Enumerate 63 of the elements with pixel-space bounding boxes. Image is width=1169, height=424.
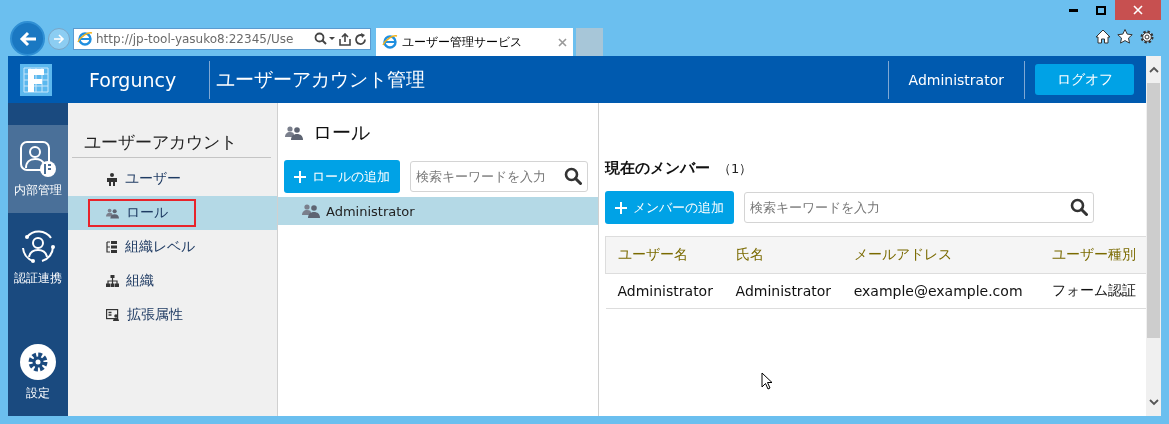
sidebar-item[interactable]: 拡張属性 xyxy=(68,298,277,332)
browser-tab[interactable]: ユーザー管理サービス xyxy=(376,28,573,56)
plus-icon xyxy=(294,170,306,183)
share-icon[interactable] xyxy=(339,32,351,46)
mouse-cursor-icon xyxy=(761,372,773,390)
maximize-icon xyxy=(1096,5,1106,15)
column-header[interactable]: ユーザー種別 xyxy=(1040,236,1146,274)
app-name: Forguncy xyxy=(89,68,178,91)
refresh-icon[interactable] xyxy=(354,32,367,46)
user-badge-icon xyxy=(19,139,57,178)
arrow-right-icon xyxy=(53,34,65,44)
hierarchy-list-icon xyxy=(106,241,118,253)
table-cell: example@example.com xyxy=(841,273,1041,309)
org-chart-icon xyxy=(106,275,119,287)
role-list-item[interactable]: Administrator xyxy=(278,197,598,225)
star-icon[interactable] xyxy=(1117,29,1133,44)
nav-item[interactable]: 認証連携 xyxy=(8,213,68,301)
settings-icon xyxy=(19,342,57,381)
close-icon xyxy=(1133,5,1143,15)
people-icon xyxy=(285,126,303,140)
sidebar-item[interactable]: 組織レベル xyxy=(68,230,277,264)
table-cell: Administrator xyxy=(605,273,724,309)
browser-logo-icon xyxy=(382,34,398,50)
highlight-frame: ロール xyxy=(88,199,196,227)
sidebar-item[interactable]: ユーザー xyxy=(68,162,277,196)
attribute-card-icon xyxy=(106,309,120,321)
user-name: Administrator xyxy=(907,71,1005,88)
search-field[interactable]: 検索キーワードを入力 xyxy=(744,192,1094,223)
minimize-icon xyxy=(1068,8,1078,12)
panel-title: ロール xyxy=(313,120,370,145)
home-icon[interactable] xyxy=(1095,29,1111,44)
column-header[interactable]: ユーザー名 xyxy=(605,236,724,274)
search-icon[interactable] xyxy=(314,32,336,46)
search-icon[interactable] xyxy=(1070,198,1088,216)
page-title: ユーザーアカウント管理 xyxy=(216,66,426,92)
section-title: 現在のメンバー xyxy=(605,159,710,178)
browser-logo-icon xyxy=(77,31,93,47)
search-icon[interactable] xyxy=(564,167,582,185)
user-sync-icon xyxy=(19,227,57,266)
nav-item[interactable]: 設定 xyxy=(8,328,68,416)
sidebar-item[interactable]: 組織 xyxy=(68,264,277,298)
person-icon xyxy=(106,172,118,186)
scroll-down-icon[interactable] xyxy=(1148,399,1159,406)
scrollbar-thumb[interactable] xyxy=(1147,83,1160,338)
scroll-up-icon[interactable] xyxy=(1148,66,1159,73)
address-bar[interactable]: http://jp-tool-yasuko8:22345/Use xyxy=(73,28,371,50)
settings-icon[interactable] xyxy=(1139,29,1155,45)
nav-item[interactable]: 内部管理 xyxy=(8,125,68,213)
arrow-left-icon xyxy=(18,30,37,47)
table-cell: Administrator xyxy=(723,273,842,309)
app-logo-icon xyxy=(20,63,52,96)
close-icon[interactable] xyxy=(558,37,567,47)
member-count: （1） xyxy=(718,160,753,178)
column-header[interactable]: 氏名 xyxy=(723,236,842,274)
url-text: http://jp-tool-yasuko8:22345/Use xyxy=(96,32,295,46)
people-icon xyxy=(106,207,119,219)
column-header[interactable]: メールアドレス xyxy=(841,236,1041,274)
search-field[interactable]: 検索キーワードを入力 xyxy=(410,161,588,192)
plus-icon xyxy=(615,201,627,214)
people-icon xyxy=(302,204,320,218)
back-button[interactable] xyxy=(10,21,45,56)
sidebar-item[interactable]: ロール xyxy=(68,196,277,230)
section-heading: ユーザーアカウント xyxy=(72,131,271,158)
